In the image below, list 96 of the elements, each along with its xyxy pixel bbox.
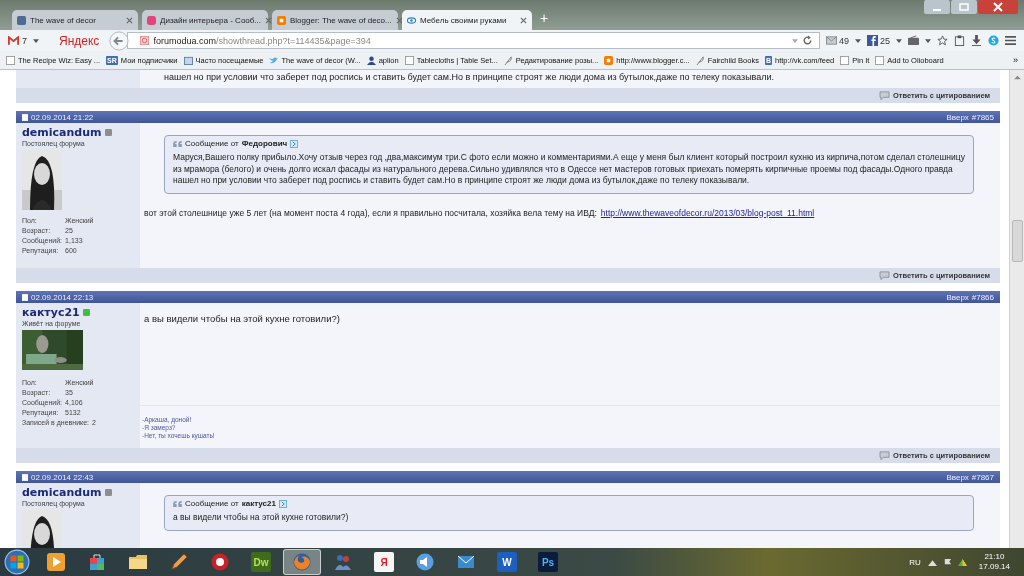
close-icon[interactable] bbox=[265, 16, 273, 24]
page-icon bbox=[875, 55, 885, 65]
document-icon bbox=[22, 293, 28, 301]
triangle-icon[interactable] bbox=[957, 557, 967, 567]
start-button[interactable] bbox=[4, 549, 30, 575]
post-text: нашел но при условии что заберет под роспись и ставить будет сам.Но в принципе строят же люди дома из бутылок,даже по телеку показывали. bbox=[163, 71, 775, 84]
speaker-icon bbox=[415, 552, 435, 572]
username-link[interactable]: кактус21 bbox=[22, 306, 80, 319]
pencil-icon bbox=[169, 552, 189, 572]
post-date: 02.09.2014 22:13 bbox=[31, 292, 94, 302]
username-link[interactable]: demicandum bbox=[22, 126, 102, 139]
feather-icon bbox=[695, 55, 705, 65]
gmail-icon bbox=[8, 36, 19, 45]
caret-icon[interactable] bbox=[927, 557, 937, 567]
caret-icon[interactable] bbox=[896, 38, 902, 43]
post-text: вот этой столешнице уже 5 лет (на момент поста 4 года), если я правильно посчитала, хозяйка вела тему на ИВД: bbox=[144, 207, 597, 218]
taskbar-button[interactable]: Dw bbox=[242, 549, 280, 575]
close-icon[interactable] bbox=[978, 0, 1018, 14]
post-date: 02.09.2014 22:43 bbox=[31, 472, 94, 482]
post-date: 02.09.2014 21:22 bbox=[31, 112, 94, 122]
flag-icon[interactable] bbox=[942, 557, 952, 567]
post-number-link[interactable]: #7866 bbox=[971, 292, 994, 302]
blogger-icon bbox=[604, 55, 614, 65]
people-icon bbox=[333, 552, 353, 572]
top-link[interactable]: Вверх bbox=[946, 292, 969, 302]
download-icon[interactable] bbox=[971, 35, 982, 46]
blogger-icon bbox=[277, 15, 286, 25]
username-link[interactable]: demicandum bbox=[22, 486, 102, 499]
folder-icon bbox=[183, 55, 193, 65]
view-post-icon[interactable] bbox=[278, 499, 287, 508]
post-link[interactable]: http://www.thewaveofdecor.ru/2013/03/blog-post_11.html bbox=[600, 207, 815, 218]
radio-icon[interactable] bbox=[908, 35, 919, 46]
quote-text: Маруся,Вашего полку прибыло.Хочу отзыв через год ,два,максимум три.С фото если можно и комментариями.А еще у меня был клиент который построил кухню из кирпича,потом сделал столешницу из мрамора (белого) и очень долго искал фасады из натурального дерева.Сильно удивлялся что в Одессе нет мастеров готовых приехать померять кирпичные проемы под фасады.Одного правда нашел но при условии что заберет под роспись и ставить будет сам.Но в принципе строят же люди дома из бутылок,даже по телеку показывали. bbox=[173, 152, 965, 187]
browser-tab[interactable]: Мебель своими руками bbox=[402, 10, 532, 30]
page-icon bbox=[404, 55, 414, 65]
taskbar-button[interactable]: Я bbox=[365, 549, 403, 575]
shopping-bag-icon bbox=[87, 552, 107, 572]
top-link[interactable]: Вверх bbox=[946, 472, 969, 482]
post-text: а вы видели чтобы на этой кухне готовили?) bbox=[144, 313, 340, 324]
caret-icon[interactable] bbox=[925, 38, 931, 43]
globe-icon bbox=[292, 552, 312, 572]
speech-bubble-icon bbox=[878, 271, 890, 280]
taskbar-button[interactable]: W bbox=[488, 549, 526, 575]
scroll-up-icon[interactable] bbox=[1013, 75, 1021, 80]
document-icon bbox=[22, 473, 28, 481]
post-number-link[interactable]: #7867 bbox=[971, 472, 994, 482]
feather-icon bbox=[503, 55, 513, 65]
address-field[interactable]: forumodua.com/showthread.php?t=114435&page=394 bbox=[127, 32, 820, 49]
quote-author: Федорович bbox=[241, 139, 288, 148]
quote-icon bbox=[173, 140, 182, 147]
clipboard-icon[interactable] bbox=[954, 35, 965, 46]
search-logo[interactable]: Яндекс bbox=[59, 33, 100, 48]
eye-icon bbox=[407, 15, 416, 25]
folder-icon bbox=[128, 552, 148, 572]
facebook-icon bbox=[867, 35, 878, 46]
quote-icon bbox=[173, 500, 182, 507]
speech-bubble-icon bbox=[878, 451, 890, 460]
star-icon[interactable] bbox=[937, 35, 948, 46]
close-icon[interactable] bbox=[395, 16, 403, 24]
bird-icon bbox=[269, 55, 279, 65]
browser-tab[interactable]: The wave of decor bbox=[12, 10, 138, 30]
scrollbar-thumb[interactable] bbox=[1012, 220, 1023, 262]
close-icon[interactable] bbox=[126, 16, 133, 24]
page-icon bbox=[840, 55, 850, 65]
facebook-counter[interactable]: 25 bbox=[867, 35, 890, 46]
caret-icon[interactable] bbox=[855, 38, 861, 43]
vk-icon bbox=[17, 15, 26, 25]
caret-icon[interactable] bbox=[33, 38, 39, 43]
speech-bubble-icon bbox=[878, 91, 890, 100]
more-bookmarks-button[interactable]: » bbox=[1013, 55, 1018, 65]
menu-icon[interactable] bbox=[1005, 35, 1016, 46]
quote-label: Сообщение от bbox=[185, 499, 239, 508]
scrollbar[interactable] bbox=[1009, 70, 1024, 548]
flower-icon bbox=[147, 15, 156, 25]
document-icon bbox=[22, 113, 28, 121]
back-button[interactable] bbox=[109, 30, 130, 51]
record-icon bbox=[210, 552, 230, 572]
view-post-icon[interactable] bbox=[290, 139, 299, 148]
mail-counter[interactable]: 7 bbox=[8, 35, 27, 46]
language-indicator[interactable]: RU bbox=[909, 557, 921, 567]
page-icon bbox=[6, 55, 15, 65]
top-link[interactable]: Вверх bbox=[946, 112, 969, 122]
envelope-icon bbox=[825, 35, 837, 46]
post-number-link[interactable]: #7865 bbox=[971, 112, 994, 122]
site-icon bbox=[140, 36, 150, 45]
taskbar-button[interactable]: Ps bbox=[529, 549, 567, 575]
close-icon[interactable] bbox=[520, 16, 527, 24]
clock-date: 17.09.14 bbox=[978, 562, 1010, 572]
quote-author: кактус21 bbox=[241, 499, 276, 508]
reload-icon[interactable] bbox=[801, 35, 813, 46]
play-icon bbox=[46, 552, 66, 572]
quote-text: а вы видели чтобы на этой кухне готовили?) bbox=[173, 512, 350, 524]
person-icon bbox=[366, 55, 376, 65]
quote-label: Сообщение от bbox=[185, 139, 239, 148]
clock-time: 21:10 bbox=[984, 552, 1005, 562]
messages-counter[interactable]: 49 bbox=[825, 35, 849, 46]
